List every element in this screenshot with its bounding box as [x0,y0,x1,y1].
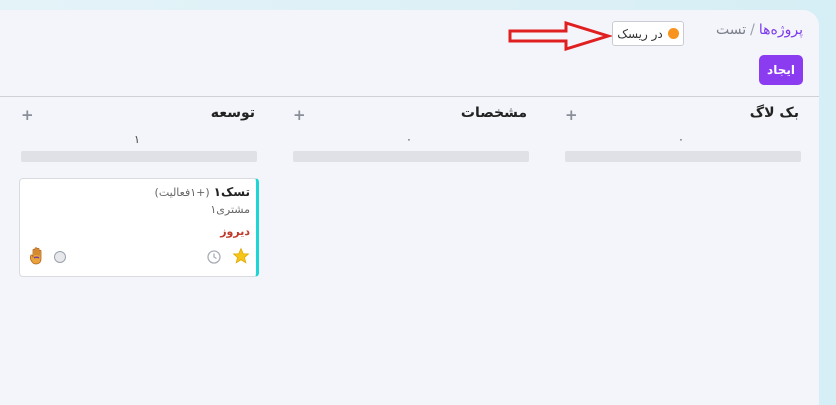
column-count: ۰ [406,133,412,146]
column-progress-bar [21,151,257,162]
column-count: ۰ [678,133,684,146]
status-radio-icon[interactable] [54,251,66,263]
column-specs: مشخصات + ۰ [291,96,531,396]
board-header: پروژه‌ها/تست در ریسک ایجاد [0,10,819,97]
card-activity: (+۱فعالیت) [154,186,210,199]
create-button[interactable]: ایجاد [759,55,803,85]
clock-icon[interactable] [207,250,221,264]
column-title: توسعه [210,105,255,121]
column-progress-bar [293,151,529,162]
breadcrumb: پروژه‌ها/تست [716,22,803,38]
breadcrumb-projects-link[interactable]: پروژه‌ها [759,22,803,38]
status-dot-icon [667,28,679,39]
card-title-row: تسک۱(+۱فعالیت) [155,185,250,199]
breadcrumb-separator: / [750,22,755,38]
status-label: در ریسک [617,26,663,41]
plus-icon[interactable]: + [565,106,578,124]
card-title: تسک۱ [213,185,250,199]
card-customer: مشتری۱ [210,203,250,216]
breadcrumb-current: تست [716,22,747,38]
hand-icon[interactable] [27,246,47,266]
plus-icon[interactable]: + [21,106,34,124]
card-due-date: دیروز [220,225,250,238]
plus-icon[interactable]: + [293,106,306,124]
task-card[interactable]: تسک۱(+۱فعالیت) مشتری۱ دیروز [19,178,259,277]
status-badge[interactable]: در ریسک [612,21,684,46]
red-arrow-annotation-icon [508,21,612,51]
column-title: مشخصات [460,105,527,121]
column-backlog: بک لاگ + ۰ [563,96,803,396]
column-title: بک لاگ [749,105,799,121]
column-count: ۱ [134,133,140,146]
column-progress-bar [565,151,801,162]
star-icon[interactable] [232,247,250,265]
